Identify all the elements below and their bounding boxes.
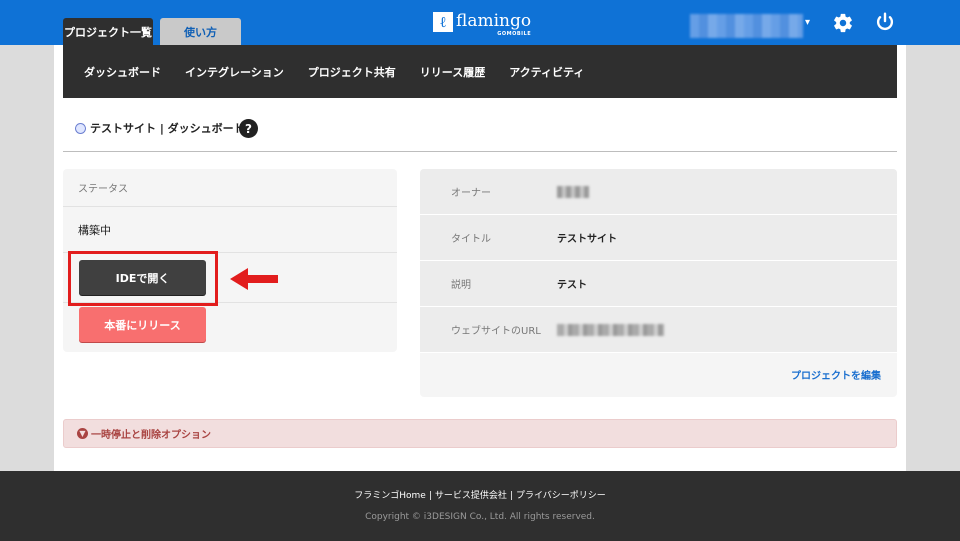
project-subnav: ダッシュボード インテグレーション プロジェクト共有 リリース履歴 アクティビテ…	[63, 45, 897, 98]
power-icon[interactable]	[874, 11, 896, 33]
pause-delete-label: 一時停止と削除オプション	[91, 430, 211, 441]
edit-project-link[interactable]: プロジェクトを編集	[791, 367, 881, 382]
info-label-description: 説明	[451, 280, 471, 291]
tab-usage[interactable]: 使い方	[160, 18, 241, 45]
owner-value-redacted	[557, 185, 589, 198]
annotation-highlight-box	[68, 251, 218, 306]
copyright: Copyright © i3DESIGN Co., Ltd. All right…	[365, 512, 595, 522]
footer-separator: |	[428, 491, 432, 501]
logo-subtitle: GOMOBILE	[497, 31, 532, 37]
page-title: テストサイト | ダッシュボード	[90, 122, 245, 135]
gear-icon[interactable]	[832, 12, 854, 34]
annotation-arrow-left-icon	[230, 268, 278, 290]
help-icon[interactable]: ?	[239, 119, 258, 138]
chevron-down-icon[interactable]: ▾	[805, 17, 810, 28]
logo-name: flamingo	[456, 11, 532, 31]
globe-icon	[75, 122, 86, 134]
subnav-release-history[interactable]: リリース履歴	[420, 64, 485, 80]
user-account-select[interactable]	[690, 14, 803, 38]
flamingo-logo-icon: ℓ	[433, 12, 453, 32]
footer-separator: |	[509, 491, 513, 501]
info-row-owner: オーナー	[420, 169, 897, 215]
info-label-url: ウェブサイトのURL	[451, 326, 541, 337]
top-bar: プロジェクト一覧 使い方 ℓ flamingo GOMOBILE ▾	[0, 0, 960, 45]
flamingo-logo[interactable]: ℓ flamingo GOMOBILE	[433, 12, 531, 42]
project-info-panel: オーナー タイトル テストサイト 説明 テスト ウェブサイトのURL プロジェク…	[420, 169, 897, 397]
info-row-title: タイトル テストサイト	[420, 215, 897, 261]
breadcrumb: テストサイト | ダッシュボード	[75, 120, 245, 136]
info-value-description: テスト	[557, 280, 587, 291]
divider	[63, 151, 897, 152]
status-heading: ステータス	[63, 169, 397, 207]
info-value-title: テストサイト	[557, 234, 617, 245]
footer-link-home[interactable]: フラミンゴHome	[354, 491, 426, 501]
footer: フラミンゴHome | サービス提供会社 | プライバシーポリシー Copyright …	[0, 471, 960, 541]
footer-link-privacy[interactable]: プライバシーポリシー	[516, 491, 606, 501]
footer-links: フラミンゴHome | サービス提供会社 | プライバシーポリシー	[0, 488, 960, 501]
subnav-activity[interactable]: アクティビティ	[509, 64, 584, 80]
tab-project-list[interactable]: プロジェクト一覧	[63, 18, 153, 45]
info-row-url: ウェブサイトのURL	[420, 307, 897, 353]
footer-link-company[interactable]: サービス提供会社	[435, 491, 507, 501]
circle-arrow-down-icon: ▼	[77, 428, 88, 439]
subnav-dashboard[interactable]: ダッシュボード	[84, 64, 161, 80]
info-row-description: 説明 テスト	[420, 261, 897, 307]
subnav-project-share[interactable]: プロジェクト共有	[308, 64, 396, 80]
url-value-redacted	[557, 323, 664, 336]
pause-delete-options-toggle[interactable]: ▼ 一時停止と削除オプション	[63, 419, 897, 448]
info-label-title: タイトル	[451, 234, 491, 245]
release-production-button[interactable]: 本番にリリース	[79, 307, 206, 342]
info-label-owner: オーナー	[451, 188, 491, 199]
subnav-integration[interactable]: インテグレーション	[185, 64, 284, 80]
status-value: 構築中	[63, 207, 397, 253]
